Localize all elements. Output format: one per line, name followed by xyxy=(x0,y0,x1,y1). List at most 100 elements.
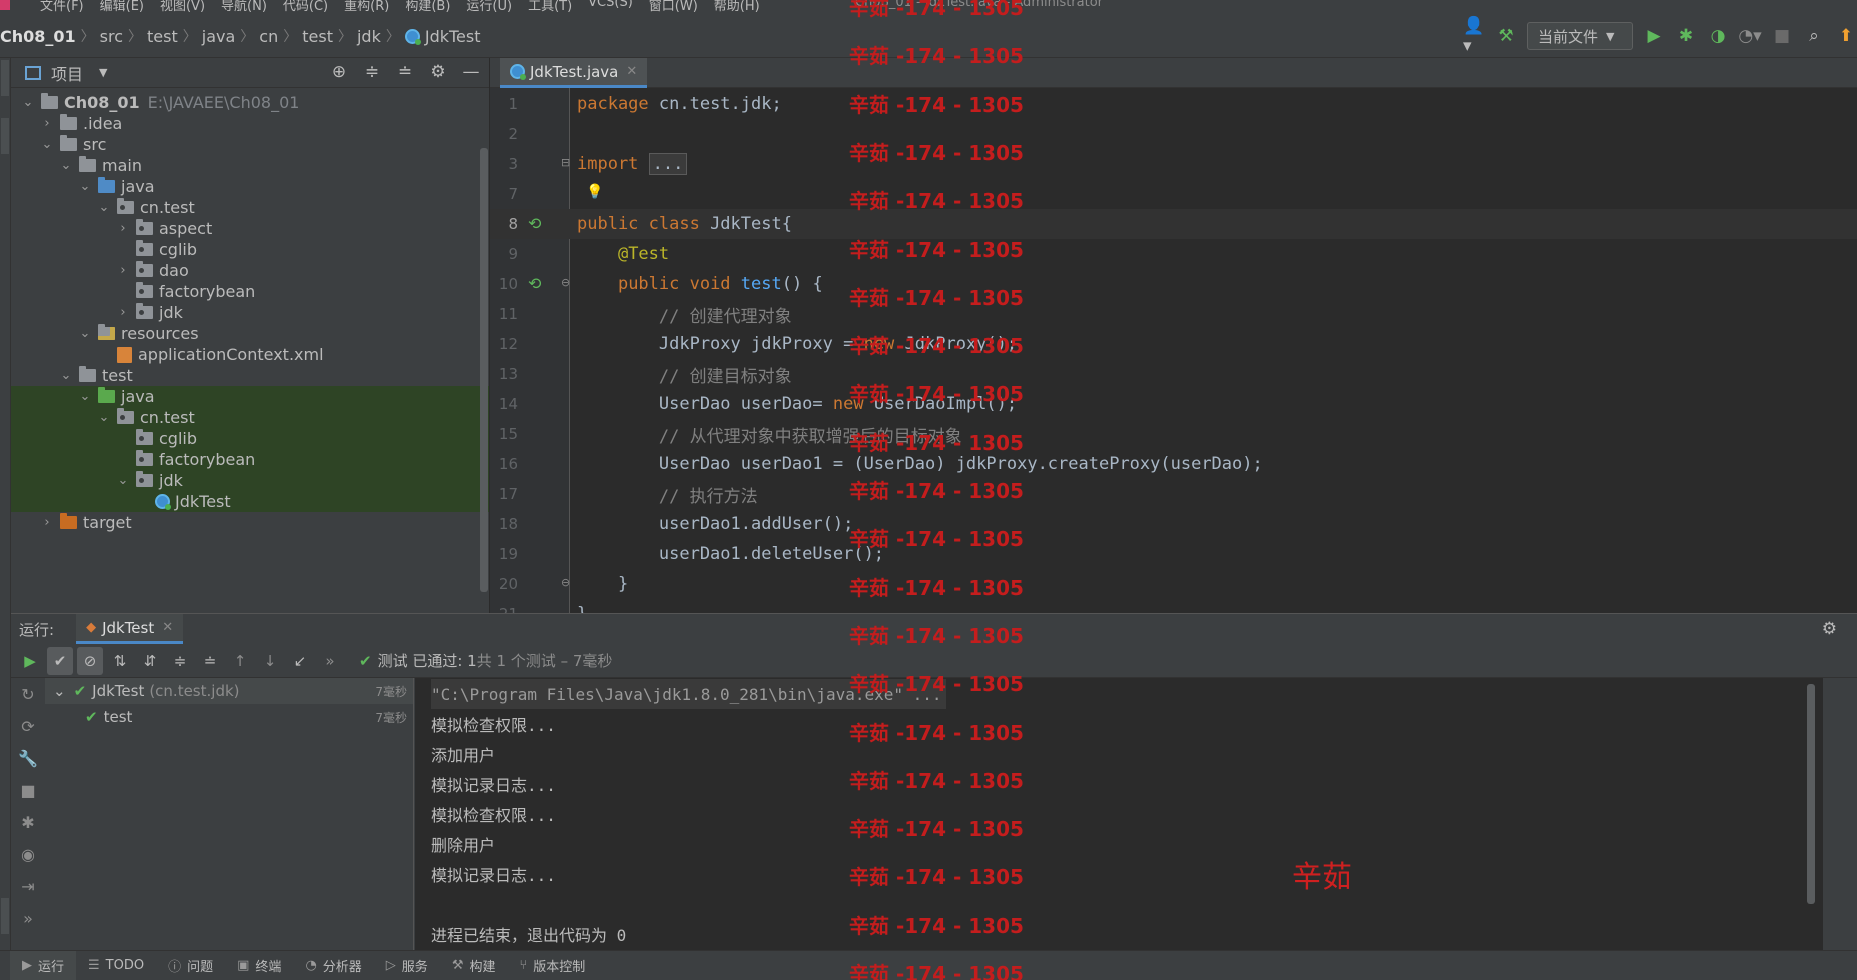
search-icon[interactable]: ⌕ xyxy=(1803,25,1825,47)
expand-all-icon[interactable]: ≑ xyxy=(165,647,195,675)
tool-window-list[interactable]: ☰ TODO xyxy=(76,951,156,980)
tree-item[interactable]: JdkTest xyxy=(11,491,489,512)
breadcrumb-item[interactable]: src xyxy=(100,27,123,46)
expand-all-icon[interactable]: ≑ xyxy=(362,62,382,82)
tool-window-profiler[interactable]: ◔ 分析器 xyxy=(293,951,373,980)
sort-alpha-icon[interactable]: ⇅ xyxy=(105,647,135,675)
breadcrumb-item[interactable]: java xyxy=(202,27,236,46)
code-line[interactable]: 1 package cn.test.jdk; xyxy=(490,89,1857,119)
chevron-down-icon[interactable]: ⌄ xyxy=(21,95,35,110)
tool-window-info[interactable]: ⓘ 问题 xyxy=(156,951,225,980)
code-line[interactable]: 14 UserDao userDao= new UserDaoImpl(); xyxy=(490,389,1857,419)
menu-item[interactable]: 重构(R) xyxy=(344,0,389,14)
project-tool-tab[interactable] xyxy=(1,60,9,96)
chevron-down-icon[interactable]: ⌄ xyxy=(78,389,92,404)
tree-item[interactable]: › aspect xyxy=(11,218,489,239)
tree-item[interactable]: › target xyxy=(11,512,489,533)
chevron-down-icon[interactable]: ⌄ xyxy=(40,137,54,152)
profile-icon[interactable]: ◔▾ xyxy=(1738,25,1761,47)
chevron-right-icon[interactable]: › xyxy=(40,116,54,131)
menu-item[interactable]: 运行(U) xyxy=(466,0,512,14)
code-line[interactable]: 7 xyxy=(490,179,1857,209)
tree-item[interactable]: factorybean xyxy=(11,281,489,302)
chevron-right-icon[interactable]: › xyxy=(40,515,54,530)
code-line[interactable]: 9 @Test xyxy=(490,239,1857,269)
close-icon[interactable]: ✕ xyxy=(162,620,173,635)
tab-jdktest-java[interactable]: JdkTest.java ✕ xyxy=(500,58,648,88)
run-config-select[interactable]: 当前文件 ▼ xyxy=(1527,22,1633,50)
tool-window-terminal[interactable]: ▣ 终端 xyxy=(225,951,293,980)
chevron-right-icon[interactable]: › xyxy=(116,221,130,236)
code-line[interactable]: 20 } xyxy=(490,569,1857,599)
menu-item[interactable]: 窗口(W) xyxy=(649,0,698,14)
code-line[interactable]: 2 xyxy=(490,119,1857,149)
collapse-all-icon[interactable]: ≐ xyxy=(195,647,225,675)
tree-item[interactable]: ⌄ cn.test xyxy=(11,197,489,218)
chevron-right-icon[interactable]: › xyxy=(116,305,130,320)
console-scrollbar[interactable] xyxy=(1807,684,1815,904)
chevron-down-icon[interactable]: ⌄ xyxy=(97,200,111,215)
tree-item[interactable]: cglib xyxy=(11,239,489,260)
menu-item[interactable]: 导航(N) xyxy=(221,0,267,14)
code-line[interactable]: 3 import ... xyxy=(490,149,1857,179)
tree-item[interactable]: ⌄ main xyxy=(11,155,489,176)
minimize-icon[interactable]: — xyxy=(461,62,481,82)
update-icon[interactable]: ⬆ xyxy=(1835,25,1857,47)
hammer-icon[interactable]: ⚒ xyxy=(1495,25,1517,47)
menu-item[interactable]: 代码(C) xyxy=(283,0,328,14)
chevron-down-icon[interactable]: ⌄ xyxy=(53,682,66,700)
run-icon[interactable]: ▶ xyxy=(1643,25,1665,47)
gear-icon[interactable]: ⚙ xyxy=(428,62,448,82)
more-icon[interactable]: » xyxy=(315,647,345,675)
more-icon[interactable]: » xyxy=(11,902,45,934)
tree-item[interactable]: ⌄ java xyxy=(11,386,489,407)
coverage-icon[interactable]: ◑ xyxy=(1707,25,1729,47)
tree-scrollbar[interactable] xyxy=(480,148,488,592)
breadcrumb-item[interactable]: jdk xyxy=(357,27,381,46)
rerun-failed-icon[interactable]: ↻ xyxy=(11,678,45,710)
chevron-right-icon[interactable]: › xyxy=(116,263,130,278)
run-test-icon[interactable]: ⟲ xyxy=(528,214,541,233)
test-result-row[interactable]: ⌄ ✔ JdkTest (cn.test.jdk) 7毫秒 xyxy=(45,678,413,704)
code-line[interactable]: 13 // 创建目标对象 xyxy=(490,359,1857,389)
fold-icon[interactable]: ⊖ xyxy=(561,576,570,589)
code-line[interactable]: 8 public class JdkTest{ xyxy=(490,209,1857,239)
code-line[interactable]: 21} xyxy=(490,599,1857,613)
tool-window-hammer[interactable]: ⚒ 构建 xyxy=(440,951,508,980)
fold-icon[interactable]: ⊟ xyxy=(561,156,570,169)
menu-item[interactable]: 工具(T) xyxy=(528,0,572,14)
chevron-down-icon[interactable]: ⌄ xyxy=(78,326,92,341)
tree-item[interactable]: ⌄ src xyxy=(11,134,489,155)
show-passed-icon[interactable]: ✔ xyxy=(47,646,73,675)
tool-window-vcs[interactable]: ⑂ 版本控制 xyxy=(507,951,597,980)
run-tab-jdktest[interactable]: ◆ JdkTest ✕ xyxy=(76,614,184,644)
chevron-down-icon[interactable]: ⌄ xyxy=(59,158,73,173)
code-line[interactable]: 12 JdkProxy jdkProxy = new JdkProxy(); xyxy=(490,329,1857,359)
menu-item[interactable]: 文件(F) xyxy=(40,0,84,14)
tree-item[interactable]: cglib xyxy=(11,428,489,449)
exit-icon[interactable]: ⇥ xyxy=(11,870,45,902)
chevron-down-icon[interactable]: ⌄ xyxy=(116,473,130,488)
locate-icon[interactable]: ⊕ xyxy=(329,62,349,82)
tree-item[interactable]: ⌄ java xyxy=(11,176,489,197)
menu-item[interactable]: 帮助(H) xyxy=(714,0,760,14)
chevron-down-icon[interactable]: ⌄ xyxy=(78,179,92,194)
console-output[interactable]: "C:\Program Files\Java\jdk1.8.0_281\bin\… xyxy=(415,678,1823,950)
gear-icon[interactable]: ⚙ xyxy=(1822,619,1837,639)
run-test-icon[interactable]: ⟲ xyxy=(528,274,541,293)
wrench-icon[interactable]: 🔧 xyxy=(11,742,45,774)
show-ignored-icon[interactable]: ⊘ xyxy=(77,646,103,675)
stop-icon[interactable]: ■ xyxy=(1771,25,1793,47)
chevron-down-icon[interactable]: ⌄ xyxy=(59,368,73,383)
code-line[interactable]: 19 userDao1.deleteUser(); xyxy=(490,539,1857,569)
stop-icon[interactable]: ■ xyxy=(11,774,45,806)
code-line[interactable]: 16 UserDao userDao1 = (UserDao) jdkProxy… xyxy=(490,449,1857,479)
tree-item[interactable]: factorybean xyxy=(11,449,489,470)
code-line[interactable]: 11 // 创建代理对象 xyxy=(490,299,1857,329)
debug-icon[interactable]: ✱ xyxy=(11,806,45,838)
menu-item[interactable]: VCS(S) xyxy=(588,0,633,14)
chevron-down-icon[interactable]: ▼ xyxy=(99,66,107,79)
rerun-icon[interactable]: ▶ xyxy=(15,647,45,675)
toggle-auto-test-icon[interactable]: ⟳ xyxy=(11,710,45,742)
lightbulb-icon[interactable]: 💡 xyxy=(586,184,603,200)
